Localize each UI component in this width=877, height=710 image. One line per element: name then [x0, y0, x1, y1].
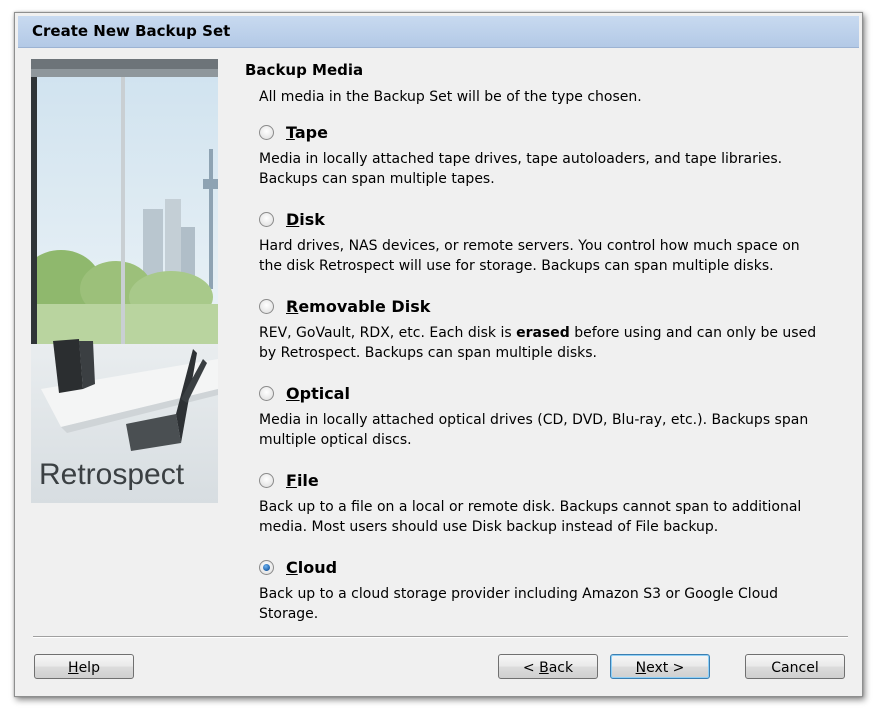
media-option-tape[interactable]: Tape Media in locally attached tape driv…: [259, 121, 844, 189]
removable-disk-access-key: R: [286, 296, 299, 316]
media-option-removable-disk[interactable]: Removable Disk REV, GoVault, RDX, etc. E…: [259, 295, 844, 363]
disk-radio-label[interactable]: Disk: [286, 210, 325, 229]
help-button[interactable]: Help: [34, 654, 134, 679]
retrospect-logo: Retrospect: [39, 458, 185, 491]
removable-disk-label-text: emovable Disk: [298, 296, 431, 316]
tape-description-line-2: Backups can span multiple tapes.: [259, 171, 495, 187]
optical-description: Media in locally attached optical drives…: [259, 410, 844, 450]
cloud-description-line-2: Storage.: [259, 606, 319, 622]
media-option-optical[interactable]: Optical Media in locally attached optica…: [259, 382, 844, 450]
removable-disk-description: REV, GoVault, RDX, etc. Each disk is era…: [259, 323, 844, 363]
optical-access-key: O: [286, 383, 300, 403]
create-backup-set-dialog: Create New Backup Set Retrospect Backup …: [14, 12, 863, 697]
cloud-description-line-1: Back up to a cloud storage provider incl…: [259, 586, 779, 602]
disk-description-line-1: Hard drives, NAS devices, or remote serv…: [259, 238, 800, 254]
cloud-radio-row[interactable]: Cloud: [259, 556, 844, 578]
tape-radio-row[interactable]: Tape: [259, 121, 844, 143]
backup-media-subtitle: All media in the Backup Set will be of t…: [259, 89, 642, 105]
media-option-file[interactable]: File Back up to a file on a local or rem…: [259, 469, 844, 537]
cloud-access-key: C: [286, 557, 298, 577]
cloud-label-text: loud: [297, 557, 338, 577]
retrospect-banner-image: Retrospect: [31, 59, 218, 503]
disk-radio-button[interactable]: [259, 211, 274, 227]
tape-description: Media in locally attached tape drives, t…: [259, 149, 844, 189]
file-radio-row[interactable]: File: [259, 469, 844, 491]
back-prefix: <: [522, 660, 540, 676]
cloud-description: Back up to a cloud storage provider incl…: [259, 584, 844, 624]
tape-label-text: ape: [294, 122, 328, 142]
help-label-text: elp: [78, 660, 100, 676]
next-label-text: ext >: [646, 660, 685, 676]
cancel-button[interactable]: Cancel: [745, 654, 845, 679]
file-description-line-2: media. Most users should use Disk backup…: [259, 519, 719, 535]
next-button[interactable]: Next >: [610, 654, 710, 679]
tape-access-key: T: [286, 122, 295, 142]
removable-desc-erased: erased: [516, 325, 570, 341]
disk-radio-row[interactable]: Disk: [259, 208, 844, 230]
removable-desc-part-c: before using and can only be used: [569, 325, 817, 341]
file-description-line-1: Back up to a file on a local or remote d…: [259, 499, 802, 515]
button-bar-divider: [33, 636, 848, 638]
disk-access-key: D: [286, 209, 300, 229]
removable-disk-radio-button[interactable]: [259, 298, 274, 314]
dialog-title: Create New Backup Set: [32, 22, 231, 40]
help-access-key: H: [68, 660, 79, 676]
removable-disk-radio-label[interactable]: Removable Disk: [286, 297, 430, 316]
back-label-text: ack: [548, 660, 574, 676]
removable-disk-description-line-2: by Retrospect. Backups can span multiple…: [259, 345, 598, 361]
media-option-disk[interactable]: Disk Hard drives, NAS devices, or remote…: [259, 208, 844, 276]
file-access-key: F: [286, 470, 297, 490]
cloud-radio-label[interactable]: Cloud: [286, 558, 337, 577]
removable-disk-description-line-1: REV, GoVault, RDX, etc. Each disk is era…: [259, 323, 844, 343]
disk-label-text: isk: [299, 209, 325, 229]
removable-disk-radio-row[interactable]: Removable Disk: [259, 295, 844, 317]
file-radio-button[interactable]: [259, 472, 274, 488]
file-description: Back up to a file on a local or remote d…: [259, 497, 844, 537]
media-option-cloud[interactable]: Cloud Back up to a cloud storage provide…: [259, 556, 844, 624]
file-radio-label[interactable]: File: [286, 471, 319, 490]
tape-radio-button[interactable]: [259, 124, 274, 140]
optical-description-line-2: multiple optical discs.: [259, 432, 412, 448]
optical-radio-row[interactable]: Optical: [259, 382, 844, 404]
cloud-radio-button[interactable]: [259, 559, 274, 575]
back-button[interactable]: < Back: [498, 654, 598, 679]
backup-media-heading: Backup Media: [245, 61, 364, 79]
next-access-key: N: [635, 660, 647, 676]
disk-description-line-2: the disk Retrospect will use for storage…: [259, 258, 774, 274]
tape-description-line-1: Media in locally attached tape drives, t…: [259, 151, 783, 167]
file-label-text: ile: [296, 470, 319, 490]
back-access-key: B: [539, 660, 549, 676]
optical-label-text: ptical: [299, 383, 350, 403]
optical-radio-button[interactable]: [259, 385, 274, 401]
disk-description: Hard drives, NAS devices, or remote serv…: [259, 236, 844, 276]
dialog-title-bar: Create New Backup Set: [18, 16, 859, 48]
tape-radio-label[interactable]: Tape: [286, 123, 328, 142]
optical-radio-label[interactable]: Optical: [286, 384, 350, 403]
optical-description-line-1: Media in locally attached optical drives…: [259, 412, 809, 428]
removable-desc-part-a: REV, GoVault, RDX, etc. Each disk is: [259, 325, 517, 341]
